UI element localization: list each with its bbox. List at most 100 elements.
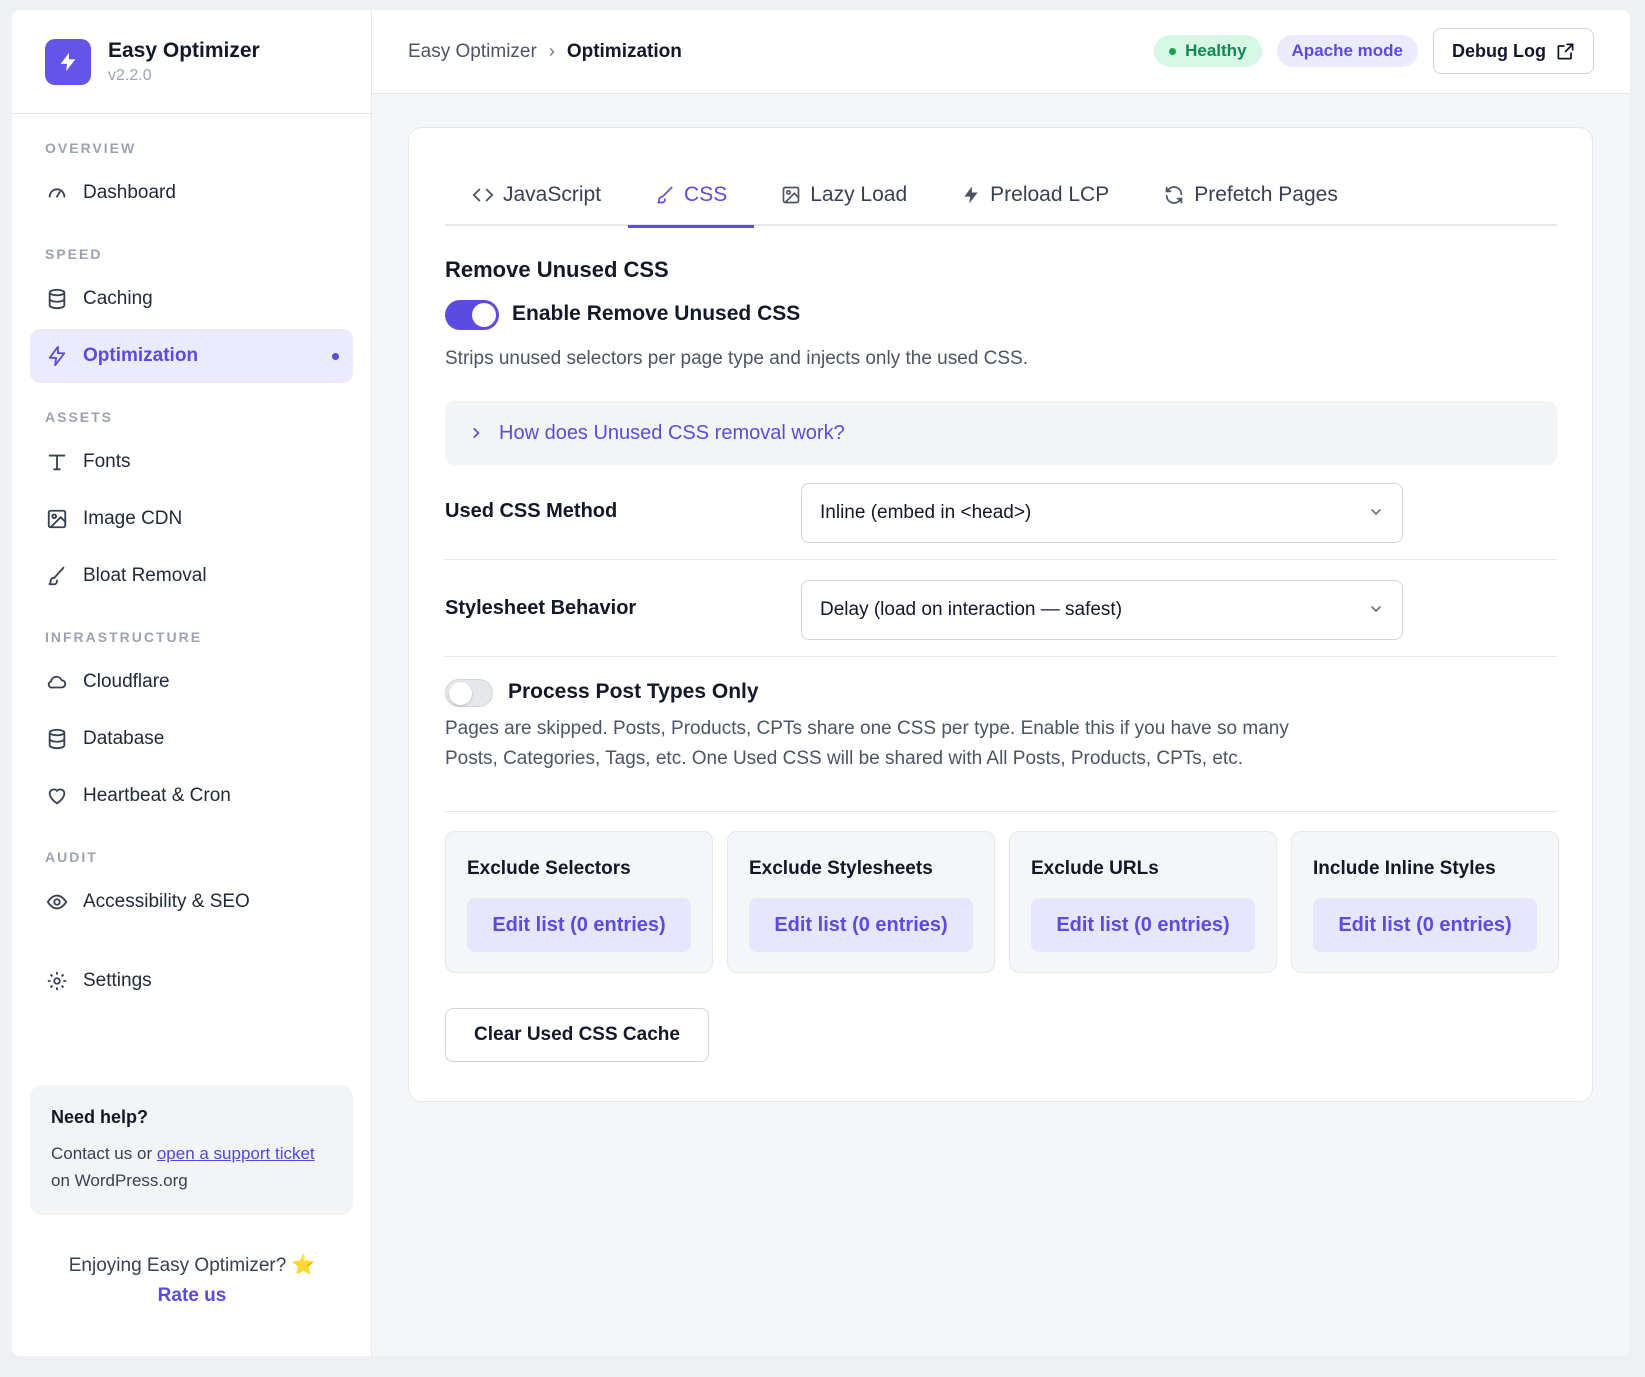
sidebar-item-accessibility[interactable]: Accessibility & SEO <box>30 875 353 929</box>
sidebar: Easy Optimizer v2.2.0 OVERVIEW Dashboard… <box>12 10 372 1356</box>
tab-label: CSS <box>684 183 728 206</box>
exclude-selectors-edit-button[interactable]: Edit list (0 entries) <box>467 898 691 952</box>
include-inline-styles-title: Include Inline Styles <box>1313 858 1496 879</box>
exclude-urls-title: Exclude URLs <box>1031 858 1159 879</box>
breadcrumb-root[interactable]: Easy Optimizer <box>408 41 537 63</box>
tab-label: JavaScript <box>503 183 602 206</box>
database-icon <box>45 287 69 311</box>
stylesheet-behavior-select[interactable]: Delay (load on interaction — safest) <box>801 580 1403 640</box>
tab-label: Preload LCP <box>990 183 1110 206</box>
divider <box>445 559 1557 560</box>
post-types-description-line2: Posts, Categories, Tags, etc. One Used C… <box>445 748 1243 769</box>
section-speed: SPEED <box>45 246 103 262</box>
stylesheet-behavior-value: Delay (load on interaction — safest) <box>820 599 1123 620</box>
accordion-label: How does Unused CSS removal work? <box>499 421 845 444</box>
process-post-types-label: Process Post Types Only <box>508 680 759 703</box>
post-types-description-line1: Pages are skipped. Posts, Products, CPTs… <box>445 718 1289 739</box>
help-suffix: on WordPress.org <box>51 1171 188 1190</box>
chevron-right-icon <box>469 426 483 440</box>
brand: Easy Optimizer v2.2.0 <box>12 10 371 114</box>
section-overview: OVERVIEW <box>45 140 137 156</box>
section-audit: AUDIT <box>45 849 98 865</box>
main-content: Easy Optimizer › Optimization Healthy Ap… <box>372 10 1630 1356</box>
used-css-method-label: Used CSS Method <box>445 500 618 522</box>
tab-javascript[interactable]: JavaScript <box>445 164 628 226</box>
rate-us-link[interactable]: Rate us <box>12 1285 372 1307</box>
brush-icon <box>655 185 675 205</box>
sidebar-item-label: Database <box>83 728 165 749</box>
sidebar-item-optimization[interactable]: Optimization <box>30 329 353 383</box>
section-title: Remove Unused CSS <box>445 257 669 282</box>
sidebar-item-fonts[interactable]: Fonts <box>30 435 353 489</box>
type-icon <box>45 450 69 474</box>
clear-used-css-cache-button[interactable]: Clear Used CSS Cache <box>445 1008 709 1062</box>
exclude-stylesheets-edit-button[interactable]: Edit list (0 entries) <box>749 898 973 952</box>
brand-version: v2.2.0 <box>108 66 152 84</box>
sidebar-item-label: Caching <box>83 288 153 309</box>
lightning-icon <box>45 344 69 368</box>
gear-icon <box>45 969 69 993</box>
gauge-icon <box>45 181 69 205</box>
exclude-stylesheets-card: Exclude Stylesheets Edit list (0 entries… <box>727 831 995 973</box>
debug-log-button[interactable]: Debug Log <box>1433 28 1594 74</box>
tab-prefetch-pages[interactable]: Prefetch Pages <box>1136 164 1365 226</box>
help-card: Need help? Contact us or open a support … <box>30 1085 353 1215</box>
unused-css-accordion[interactable]: How does Unused CSS removal work? <box>445 401 1557 465</box>
include-inline-styles-card: Include Inline Styles Edit list (0 entri… <box>1291 831 1559 973</box>
sidebar-item-label: Fonts <box>83 451 131 472</box>
chevron-down-icon <box>1368 601 1384 617</box>
status-dot <box>1169 47 1177 55</box>
toggle-knob <box>449 682 472 705</box>
sidebar-item-heartbeat[interactable]: Heartbeat & Cron <box>30 769 353 823</box>
lightning-logo-icon <box>45 38 91 85</box>
tab-lazy-load[interactable]: Lazy Load <box>754 164 934 226</box>
breadcrumb-current: Optimization <box>566 40 682 62</box>
eye-icon <box>45 890 69 914</box>
image-icon <box>781 185 801 205</box>
exclude-urls-card: Exclude URLs Edit list (0 entries) <box>1009 831 1277 973</box>
tab-label: Prefetch Pages <box>1194 183 1338 206</box>
sidebar-item-cloudflare[interactable]: Cloudflare <box>30 655 353 709</box>
exclude-stylesheets-title: Exclude Stylesheets <box>749 858 933 879</box>
cloud-icon <box>45 670 69 694</box>
help-body: Contact us or open a support ticket on W… <box>51 1140 332 1194</box>
enable-description: Strips unused selectors per page type an… <box>445 348 1029 369</box>
exclude-urls-edit-button[interactable]: Edit list (0 entries) <box>1031 898 1255 952</box>
sidebar-item-settings[interactable]: Settings <box>30 954 353 1008</box>
external-link-icon <box>1556 42 1575 61</box>
used-css-method-value: Inline (embed in <head>) <box>820 502 1032 523</box>
status-badge-mode: Apache mode <box>1276 35 1419 67</box>
help-prefix: Contact us or <box>51 1144 157 1163</box>
divider <box>445 811 1557 812</box>
sidebar-item-bloat-removal[interactable]: Bloat Removal <box>30 549 353 603</box>
sidebar-item-database[interactable]: Database <box>30 712 353 766</box>
brand-name: Easy Optimizer <box>108 38 260 62</box>
stylesheet-behavior-label: Stylesheet Behavior <box>445 597 637 619</box>
process-post-types-toggle[interactable] <box>445 679 493 707</box>
active-indicator-dot <box>332 352 339 360</box>
optimization-card: JavaScript CSS Lazy Load Preload LCP Pre… <box>408 127 1593 1102</box>
topbar: Easy Optimizer › Optimization Healthy Ap… <box>372 10 1630 94</box>
tab-css[interactable]: CSS <box>628 164 755 228</box>
sidebar-item-label: Bloat Removal <box>83 565 207 586</box>
breadcrumb-separator: › <box>548 41 555 61</box>
tab-preload-lcp[interactable]: Preload LCP <box>934 164 1136 226</box>
enable-remove-unused-css-toggle[interactable] <box>445 300 499 330</box>
include-inline-styles-edit-button[interactable]: Edit list (0 entries) <box>1313 898 1537 952</box>
sidebar-item-dashboard[interactable]: Dashboard <box>30 166 353 220</box>
sidebar-item-label: Image CDN <box>83 508 183 529</box>
sidebar-item-label: Optimization <box>83 345 199 366</box>
lightning-icon <box>961 185 981 205</box>
used-css-method-select[interactable]: Inline (embed in <head>) <box>801 483 1403 543</box>
optimization-tabs: JavaScript CSS Lazy Load Preload LCP Pre… <box>445 164 1557 228</box>
image-icon <box>45 507 69 531</box>
status-bar: Healthy Apache mode Debug Log <box>1154 28 1594 74</box>
sidebar-item-image-cdn[interactable]: Image CDN <box>30 492 353 546</box>
sidebar-item-caching[interactable]: Caching <box>30 272 353 326</box>
sidebar-item-label: Heartbeat & Cron <box>83 785 231 806</box>
sidebar-nav: OVERVIEW Dashboard SPEED Caching Optimiz… <box>12 140 371 1008</box>
support-ticket-link[interactable]: open a support ticket <box>157 1144 315 1163</box>
enable-remove-unused-css-label: Enable Remove Unused CSS <box>512 302 801 325</box>
chevron-down-icon <box>1368 504 1384 520</box>
heart-icon <box>45 784 69 808</box>
